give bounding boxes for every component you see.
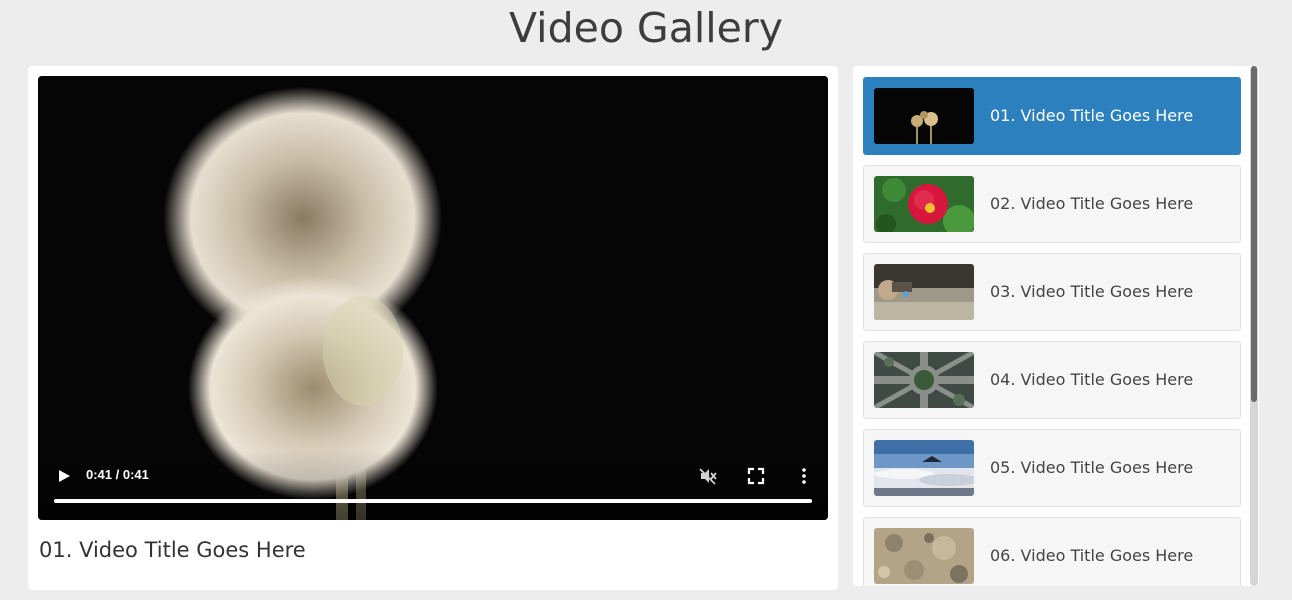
playlist-item-title: 03. Video Title Goes Here [990, 282, 1194, 301]
playlist-scrollbar[interactable] [1250, 66, 1258, 586]
red-flower-thumb [874, 176, 974, 232]
video-controls: 0:41 / 0:41 [38, 450, 828, 520]
playlist-item[interactable]: 04. Video Title Goes Here [863, 341, 1241, 419]
roundabout-thumb [874, 352, 974, 408]
play-icon[interactable] [56, 468, 72, 484]
playlist-item-title: 01. Video Title Goes Here [990, 106, 1194, 125]
playlist-item[interactable]: 05. Video Title Goes Here [863, 429, 1241, 507]
progress-bar[interactable] [54, 499, 812, 503]
dandelion-thumb [874, 88, 974, 144]
fullscreen-icon[interactable] [746, 466, 766, 486]
playlist-item[interactable]: 03. Video Title Goes Here [863, 253, 1241, 331]
more-vertical-icon[interactable] [794, 466, 814, 486]
time-display: 0:41 / 0:41 [86, 467, 149, 482]
progress-fill [54, 499, 812, 503]
video-player[interactable]: 0:41 / 0:41 [38, 76, 828, 520]
playlist-item-title: 04. Video Title Goes Here [990, 370, 1194, 389]
playlist-item[interactable]: 06. Video Title Goes Here [863, 517, 1241, 586]
hands-sand-thumb [874, 264, 974, 320]
player-card: 0:41 / 0:41 01. Video Title Goes Here [28, 66, 838, 590]
playlist-item-title: 06. Video Title Goes Here [990, 546, 1194, 565]
playlist-item-title: 02. Video Title Goes Here [990, 194, 1194, 213]
page-title: Video Gallery [509, 4, 783, 52]
rocky-ground-thumb [874, 528, 974, 584]
playlist-item[interactable]: 01. Video Title Goes Here [863, 77, 1241, 155]
playlist-item-title: 05. Video Title Goes Here [990, 458, 1194, 477]
scrollbar-thumb[interactable] [1251, 66, 1257, 402]
playlist[interactable]: 01. Video Title Goes Here 02. Video Title… [853, 66, 1259, 586]
playlist-item[interactable]: 02. Video Title Goes Here [863, 165, 1241, 243]
mute-icon[interactable] [698, 466, 718, 486]
mountain-clouds-thumb [874, 440, 974, 496]
now-playing-title: 01. Video Title Goes Here [39, 538, 306, 562]
